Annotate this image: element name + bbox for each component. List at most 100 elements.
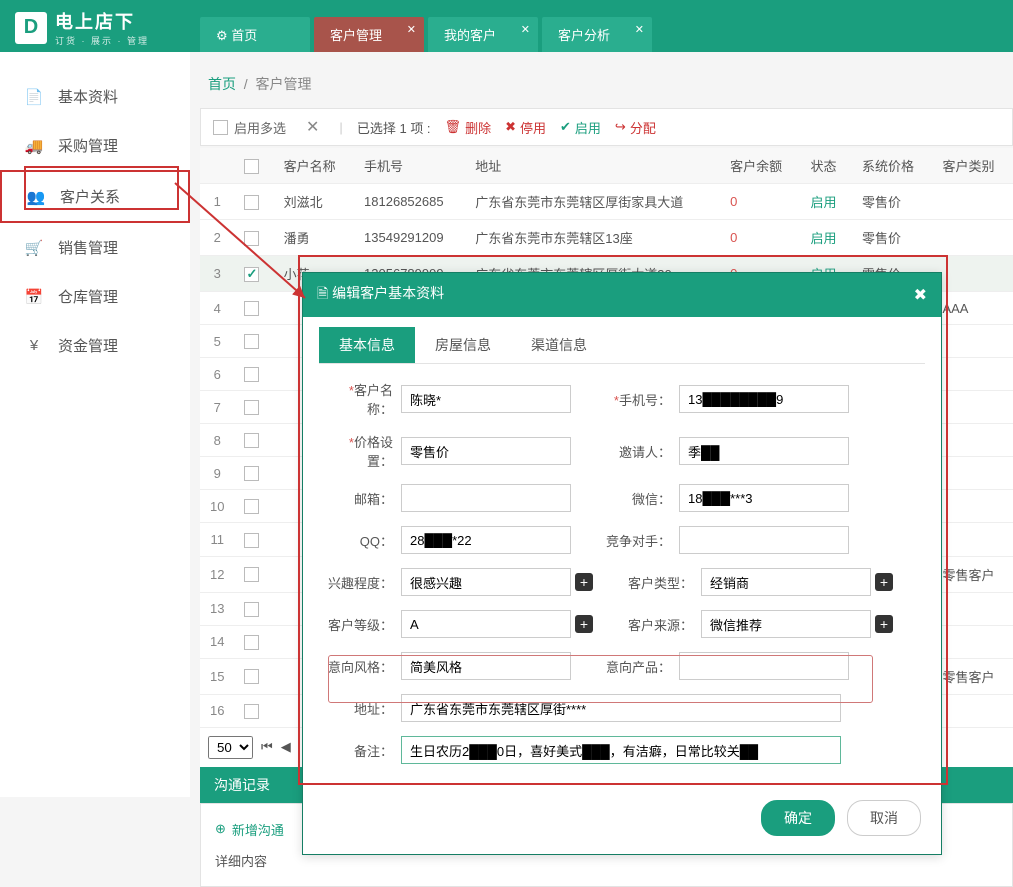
row-checkbox[interactable] [244,635,259,650]
table-row[interactable]: 1刘滋北18126852685广东省东莞市东莞辖区厚街家具大道0启用零售价 [200,184,1013,220]
document-icon: 🗎 [317,285,332,301]
sidebar-item-1[interactable]: 🚚采购管理 [0,121,190,170]
select-all-checkbox[interactable] [244,159,259,174]
col-phone[interactable]: 手机号 [354,148,465,184]
remark-input[interactable] [401,736,841,764]
logo-title: 电上店下 [55,8,149,34]
assign-button[interactable]: ↪分配 [615,118,656,137]
col-status[interactable]: 状态 [801,148,852,184]
row-checkbox[interactable] [244,567,259,582]
add-interest-icon[interactable]: + [575,573,593,591]
qq-input[interactable] [401,526,571,554]
row-checkbox[interactable] [244,433,259,448]
cancel-button[interactable]: 取消 [847,800,921,836]
col-type[interactable]: 客户类别 [932,148,1013,184]
breadcrumb: 首页 / 客户管理 [200,60,1013,108]
tab-basic-info[interactable]: 基本信息 [319,327,415,363]
x-icon: ✖ [505,119,516,135]
tab-close-icon[interactable]: ✕ [635,23,644,36]
address-input[interactable] [401,694,841,722]
sidebar-icon: ¥ [24,337,44,354]
modal-header: 🗎 编辑客户基本资料 ✖ [303,273,941,317]
tab-close-icon[interactable]: ✕ [407,23,416,36]
sidebar: 📄基本资料🚚采购管理👥客户关系🛒销售管理📅仓库管理¥资金管理 [0,52,190,797]
inviter-input[interactable] [679,437,849,465]
breadcrumb-home[interactable]: 首页 [208,76,236,92]
pager-first-icon[interactable]: ⏮ [261,739,273,755]
source-select[interactable] [701,610,871,638]
row-checkbox[interactable] [244,367,259,382]
tab-close-icon[interactable]: ✕ [521,23,530,36]
table-row[interactable]: 2潘勇13549291209广东省东莞市东莞辖区13座0启用零售价 [200,220,1013,256]
competitor-input[interactable] [679,526,849,554]
product-input[interactable] [679,652,849,680]
add-source-icon[interactable]: + [875,615,893,633]
logo: D 电上店下 订货 · 展示 · 管理 [15,8,149,47]
modal-form: *客户名称： *手机号： *价格设置： 邀请人： 邮箱： 微信： QQ： 竞争对… [303,364,941,788]
page-size-select[interactable]: 50 [208,736,253,759]
breadcrumb-current: 客户管理 [255,76,311,92]
logo-subtitle: 订货 · 展示 · 管理 [55,34,149,47]
modal-tabs: 基本信息 房屋信息 渠道信息 [319,327,925,364]
sidebar-item-3[interactable]: 🛒销售管理 [0,223,190,272]
plus-circle-icon: ⊕ [215,821,226,837]
sidebar-icon: 📄 [24,88,44,106]
tab-1[interactable]: 客户管理✕ [314,17,424,52]
customer-name-input[interactable] [401,385,571,413]
add-type-icon[interactable]: + [875,573,893,591]
col-price[interactable]: 系统价格 [852,148,932,184]
sidebar-item-0[interactable]: 📄基本资料 [0,72,190,121]
price-setting-select[interactable] [401,437,571,465]
trash-icon: 🗑 [445,119,462,135]
interest-select[interactable] [401,568,571,596]
logo-icon: D [15,12,47,44]
tab-icon: ⚙ [216,28,228,43]
confirm-button[interactable]: 确定 [761,800,835,836]
sidebar-item-2[interactable]: 👥客户关系 [0,170,190,223]
sidebar-item-4[interactable]: 📅仓库管理 [0,272,190,321]
row-checkbox[interactable] [244,499,259,514]
tab-house-info[interactable]: 房屋信息 [415,327,511,363]
style-select[interactable] [401,652,571,680]
clear-selection[interactable]: ✕ [300,117,325,137]
email-input[interactable] [401,484,571,512]
row-checkbox[interactable] [244,231,259,246]
tab-channel-info[interactable]: 渠道信息 [511,327,607,363]
level-select[interactable] [401,610,571,638]
row-checkbox[interactable] [244,669,259,684]
topbar: D 电上店下 订货 · 展示 · 管理 ⚙ 首页客户管理✕我的客户✕客户分析✕ [0,0,1013,52]
sidebar-item-5[interactable]: ¥资金管理 [0,321,190,370]
pager-prev-icon[interactable]: ◀ [281,739,291,755]
breadcrumb-sep: / [240,76,256,92]
row-checkbox[interactable] [244,466,259,481]
row-checkbox[interactable] [244,400,259,415]
row-checkbox[interactable] [244,602,259,617]
phone-input[interactable] [679,385,849,413]
col-name[interactable]: 客户名称 [274,148,354,184]
disable-button[interactable]: ✖停用 [505,118,546,137]
toolbar: 启用多选 ✕ | 已选择 1 项 : 🗑删除 ✖停用 ✔启用 ↪分配 [200,108,1013,146]
tab-3[interactable]: 客户分析✕ [542,17,652,52]
customer-type-select[interactable] [701,568,871,596]
row-checkbox[interactable] [244,704,259,719]
sidebar-icon: 🛒 [24,239,44,257]
enable-button[interactable]: ✔启用 [560,118,601,137]
wechat-input[interactable] [679,484,849,512]
add-level-icon[interactable]: + [575,615,593,633]
edit-customer-modal: 🗎 编辑客户基本资料 ✖ 基本信息 房屋信息 渠道信息 *客户名称： *手机号：… [302,272,942,855]
sidebar-icon: 👥 [26,188,46,206]
tab-2[interactable]: 我的客户✕ [428,17,538,52]
row-checkbox[interactable] [244,533,259,548]
modal-close-icon[interactable]: ✖ [914,285,927,305]
row-checkbox[interactable] [244,195,259,210]
row-checkbox[interactable] [244,334,259,349]
col-address[interactable]: 地址 [465,148,720,184]
row-checkbox[interactable] [244,267,259,282]
enable-multiselect[interactable]: 启用多选 [213,118,286,137]
col-balance[interactable]: 客户余额 [720,148,800,184]
multiselect-checkbox[interactable] [213,120,228,135]
row-checkbox[interactable] [244,301,259,316]
tab-0[interactable]: ⚙ 首页 [200,17,310,52]
selected-count-label: 已选择 1 项 : [357,118,431,137]
delete-button[interactable]: 🗑删除 [445,118,492,137]
